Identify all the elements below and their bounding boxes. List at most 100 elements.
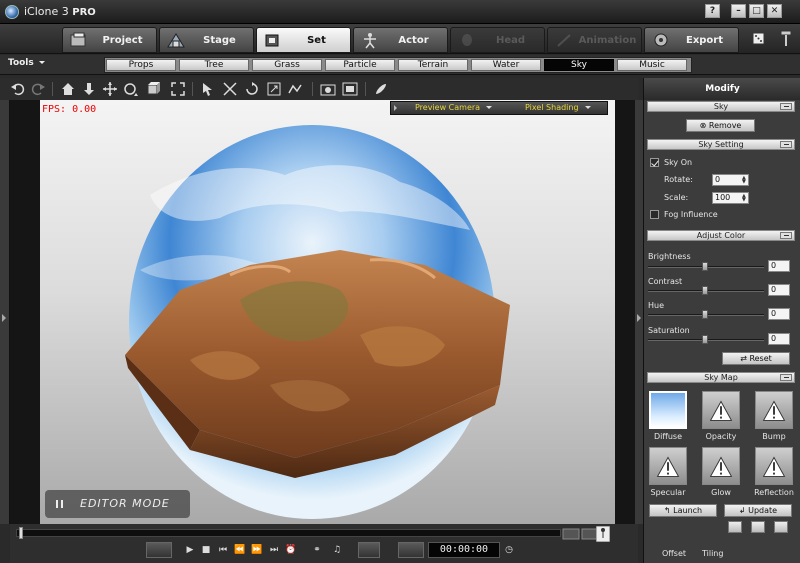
minimize-button[interactable]: – <box>731 4 746 18</box>
camera-select[interactable]: Preview Camera <box>415 103 493 112</box>
render-button[interactable] <box>358 542 380 558</box>
brightness-slider[interactable] <box>648 262 764 271</box>
hue-value[interactable]: 0 <box>768 308 790 320</box>
update-button[interactable]: ↲ Update <box>724 504 792 517</box>
subtab-props[interactable]: Props <box>106 59 176 71</box>
screen-view-button[interactable] <box>342 81 358 97</box>
adjust-color-header[interactable]: Adjust Color <box>647 230 795 241</box>
launch-button[interactable]: ↰ Launch <box>649 504 717 517</box>
tiling-label: Tiling <box>702 549 724 558</box>
path-button[interactable] <box>288 81 304 97</box>
hue-slider[interactable] <box>648 310 764 319</box>
hammer-icon[interactable] <box>776 28 796 48</box>
cube-icon <box>147 82 160 95</box>
reflection-map-label: Reflection <box>754 488 794 497</box>
open-folder-icon[interactable] <box>728 521 742 533</box>
maximize-button[interactable]: □ <box>749 4 764 18</box>
stage-icon <box>167 33 185 48</box>
export-map-icon[interactable] <box>774 521 788 533</box>
sky-on-checkbox[interactable] <box>650 158 659 167</box>
fit-view-button[interactable] <box>170 81 186 97</box>
dice-icon[interactable] <box>750 28 770 48</box>
forward-button[interactable]: ⏩ <box>250 543 264 557</box>
empty-map-icon <box>656 456 680 477</box>
scale-stepper[interactable]: 100 ▲ ▼ <box>712 192 749 204</box>
subtab-terrain[interactable]: Terrain <box>398 59 468 71</box>
sky-section-header[interactable]: Sky <box>647 101 795 112</box>
play-button[interactable]: ▶ <box>183 543 197 557</box>
tab-stage[interactable]: Stage <box>159 27 254 53</box>
camera-view-button[interactable] <box>320 81 336 97</box>
rotate-stepper[interactable]: 0 ▲ ▼ <box>712 174 749 186</box>
tab-export[interactable]: Export <box>644 27 739 53</box>
select-button[interactable] <box>200 81 216 97</box>
reset-button[interactable]: ⇄ Reset <box>722 352 790 365</box>
subtab-grass[interactable]: Grass <box>252 59 322 71</box>
save-map-icon[interactable] <box>751 521 765 533</box>
music-toggle-button[interactable]: ♫ <box>330 543 344 557</box>
subtab-music[interactable]: Music <box>617 59 687 71</box>
remove-sky-button[interactable]: ⊗ Remove <box>686 119 755 132</box>
brush-menu-button[interactable] <box>373 81 389 97</box>
glow-map-slot[interactable] <box>702 447 740 485</box>
contrast-slider[interactable] <box>648 286 764 295</box>
rotate-menu-button[interactable] <box>123 81 139 97</box>
drop-to-ground-button[interactable] <box>81 81 97 97</box>
close-button[interactable]: ✕ <box>767 4 782 18</box>
shading-select[interactable]: Pixel Shading <box>525 103 591 112</box>
opacity-map-slot[interactable] <box>702 391 740 429</box>
cube-menu-button[interactable] <box>146 81 162 97</box>
camera-toggle-button[interactable]: ⚭ <box>310 543 324 557</box>
sky-map-header[interactable]: Sky Map <box>647 372 795 383</box>
subtab-sky[interactable]: Sky <box>544 59 614 71</box>
hue-slider-thumb[interactable] <box>702 310 708 319</box>
speed-button[interactable] <box>398 542 424 558</box>
scale-object-button[interactable] <box>266 81 282 97</box>
tools-menu[interactable]: Tools <box>8 58 58 72</box>
saturation-slider[interactable] <box>648 335 764 344</box>
move-button[interactable] <box>102 81 118 97</box>
move-object-button[interactable] <box>222 81 238 97</box>
diffuse-map-slot[interactable] <box>649 391 687 429</box>
actor-marker-icon[interactable] <box>596 526 610 542</box>
opacity-map-label: Opacity <box>705 432 737 441</box>
subtab-tree[interactable]: Tree <box>179 59 249 71</box>
panel-collapse-rail[interactable] <box>635 100 643 524</box>
contrast-value[interactable]: 0 <box>768 284 790 296</box>
to-start-button[interactable]: ⏮ <box>216 543 230 557</box>
tab-project[interactable]: Project <box>62 27 157 53</box>
subtab-water[interactable]: Water <box>471 59 541 71</box>
stop-button[interactable]: ■ <box>199 543 213 557</box>
redo-button[interactable] <box>30 81 46 97</box>
reflection-map-slot[interactable] <box>755 447 793 485</box>
timeline-scrubber[interactable] <box>16 529 561 537</box>
3d-viewport[interactable]: FPS: 0.00 Preview Camera Pixel Shading E… <box>40 100 615 524</box>
pause-icon <box>56 500 63 508</box>
to-end-button[interactable]: ⏭ <box>267 543 281 557</box>
subtab-particle[interactable]: Particle <box>325 59 395 71</box>
timeline-handle[interactable] <box>19 527 23 539</box>
saturation-value[interactable]: 0 <box>768 333 790 345</box>
rewind-button[interactable]: ⏪ <box>233 543 247 557</box>
loop-button[interactable]: ⏰ <box>284 543 298 557</box>
tab-actor[interactable]: Actor <box>353 27 448 53</box>
tab-set[interactable]: Set <box>256 27 351 53</box>
fog-influence-checkbox[interactable] <box>650 210 659 219</box>
editor-mode-badge[interactable]: EDITOR MODE <box>45 490 190 518</box>
specular-map-slot[interactable] <box>649 447 687 485</box>
brightness-value[interactable]: 0 <box>768 260 790 272</box>
help-button[interactable]: ? <box>705 4 720 18</box>
iclone-logo-icon <box>5 5 19 19</box>
home-button[interactable] <box>60 81 76 97</box>
camera-icon <box>320 84 336 96</box>
brightness-slider-thumb[interactable] <box>702 262 708 271</box>
bump-map-slot[interactable] <box>755 391 793 429</box>
saturation-slider-thumb[interactable] <box>702 335 708 344</box>
undo-button[interactable] <box>10 81 26 97</box>
left-collapse-rail[interactable] <box>0 100 10 524</box>
record-button[interactable] <box>146 542 172 558</box>
contrast-slider-thumb[interactable] <box>702 286 708 295</box>
sky-setting-header[interactable]: Sky Setting <box>647 139 795 150</box>
clock-icon[interactable]: ◷ <box>502 543 516 557</box>
rotate-object-button[interactable] <box>244 81 260 97</box>
